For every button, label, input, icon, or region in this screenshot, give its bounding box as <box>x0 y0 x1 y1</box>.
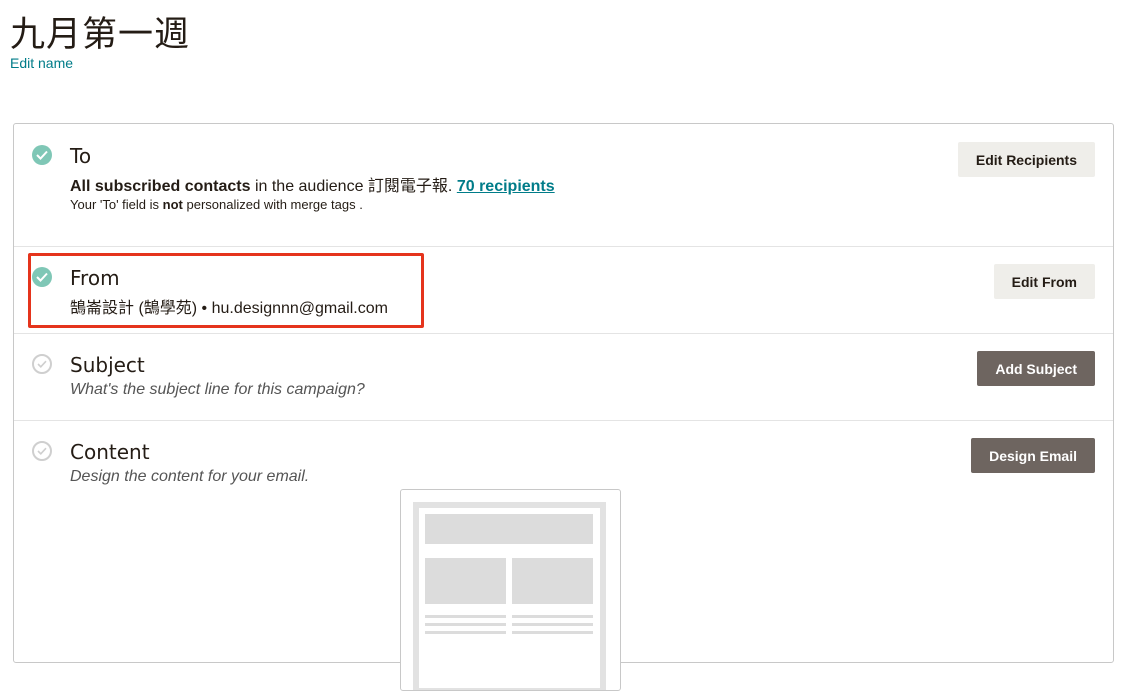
thumbnail-header-block <box>425 514 593 544</box>
subject-section: Subject What's the subject line for this… <box>14 333 1113 421</box>
campaign-checklist: To All subscribed contacts in the audien… <box>13 123 1114 691</box>
subject-pending-check-icon <box>32 354 52 374</box>
content-hint: Design the content for your email. <box>70 468 310 485</box>
thumbnail-text-line <box>425 615 506 618</box>
subject-hint: What's the subject line for this campaig… <box>70 381 365 398</box>
to-note-suffix: personalized with merge tags . <box>182 197 363 212</box>
to-section: To All subscribed contacts in the audien… <box>14 124 1113 247</box>
thumbnail-text-line <box>425 623 506 626</box>
from-section: From 鵠崙設計 (鵠學苑) • hu.designnn@gmail.com … <box>14 246 1113 334</box>
to-summary: All subscribed contacts in the audience … <box>70 172 555 196</box>
add-subject-button[interactable]: Add Subject <box>977 351 1095 386</box>
thumbnail-left-image-block <box>425 558 506 604</box>
from-title: From <box>70 266 120 290</box>
edit-recipients-button[interactable]: Edit Recipients <box>957 142 1095 177</box>
campaign-title: 九月第一週 <box>10 15 191 55</box>
from-complete-check-icon <box>32 267 52 287</box>
content-pending-check-icon <box>32 441 52 461</box>
thumbnail-right-image-block <box>512 558 593 604</box>
recipients-link[interactable]: 70 recipients <box>457 178 555 195</box>
from-sender: 鵠崙設計 (鵠學苑) • hu.designnn@gmail.com <box>70 300 388 317</box>
thumbnail-panel <box>419 508 600 688</box>
thumbnail-text-line <box>425 631 506 634</box>
subject-title: Subject <box>70 353 145 377</box>
to-title: To <box>70 144 92 168</box>
to-audience-name: in the audience 訂閱電子報. <box>250 178 457 195</box>
design-email-button[interactable]: Design Email <box>971 438 1095 473</box>
to-audience-scope: All subscribed contacts <box>70 178 251 195</box>
thumbnail-text-line <box>512 615 593 618</box>
to-merge-note: Your 'To' field is not personalized with… <box>70 197 363 212</box>
edit-name-link[interactable]: Edit name <box>10 55 73 71</box>
thumbnail-text-line <box>512 631 593 634</box>
content-title: Content <box>70 440 150 464</box>
edit-from-button[interactable]: Edit From <box>993 264 1095 299</box>
to-note-prefix: Your 'To' field is <box>70 197 163 212</box>
thumbnail-text-line <box>512 623 593 626</box>
email-template-thumbnail[interactable] <box>400 489 621 691</box>
to-note-bold: not <box>162 197 183 212</box>
to-complete-check-icon <box>32 145 52 165</box>
thumbnail-frame <box>413 502 606 690</box>
